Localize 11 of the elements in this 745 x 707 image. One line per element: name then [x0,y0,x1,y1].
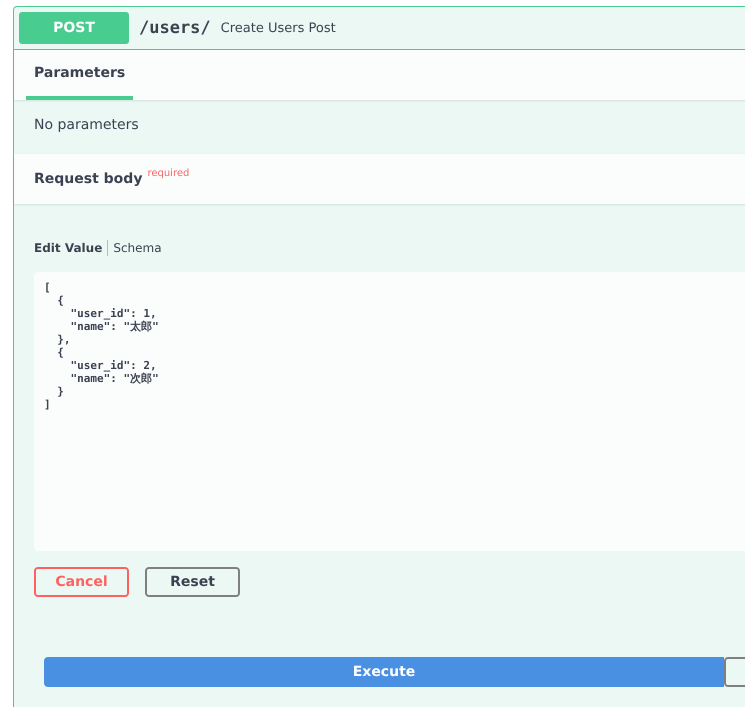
reset-button[interactable]: Reset [145,567,240,597]
request-body-editor[interactable]: [ { "user_id": 1, "name": "太郎" }, { "user_id": 2, "name": "次郎" } ] [34,272,745,551]
endpoint-path: /users/ [139,18,211,38]
editor-tab[interactable]: Schema [108,241,167,255]
method-badge: POST [19,12,129,44]
required-label: required [147,168,190,179]
request-body-title: Request body [34,171,142,187]
endpoint-summary: Create Users Post [220,20,336,36]
no-parameters-text: No parameters [33,116,140,135]
editor-tab[interactable]: Edit Value [34,241,108,255]
parameters-tab[interactable]: Parameters [26,50,134,100]
